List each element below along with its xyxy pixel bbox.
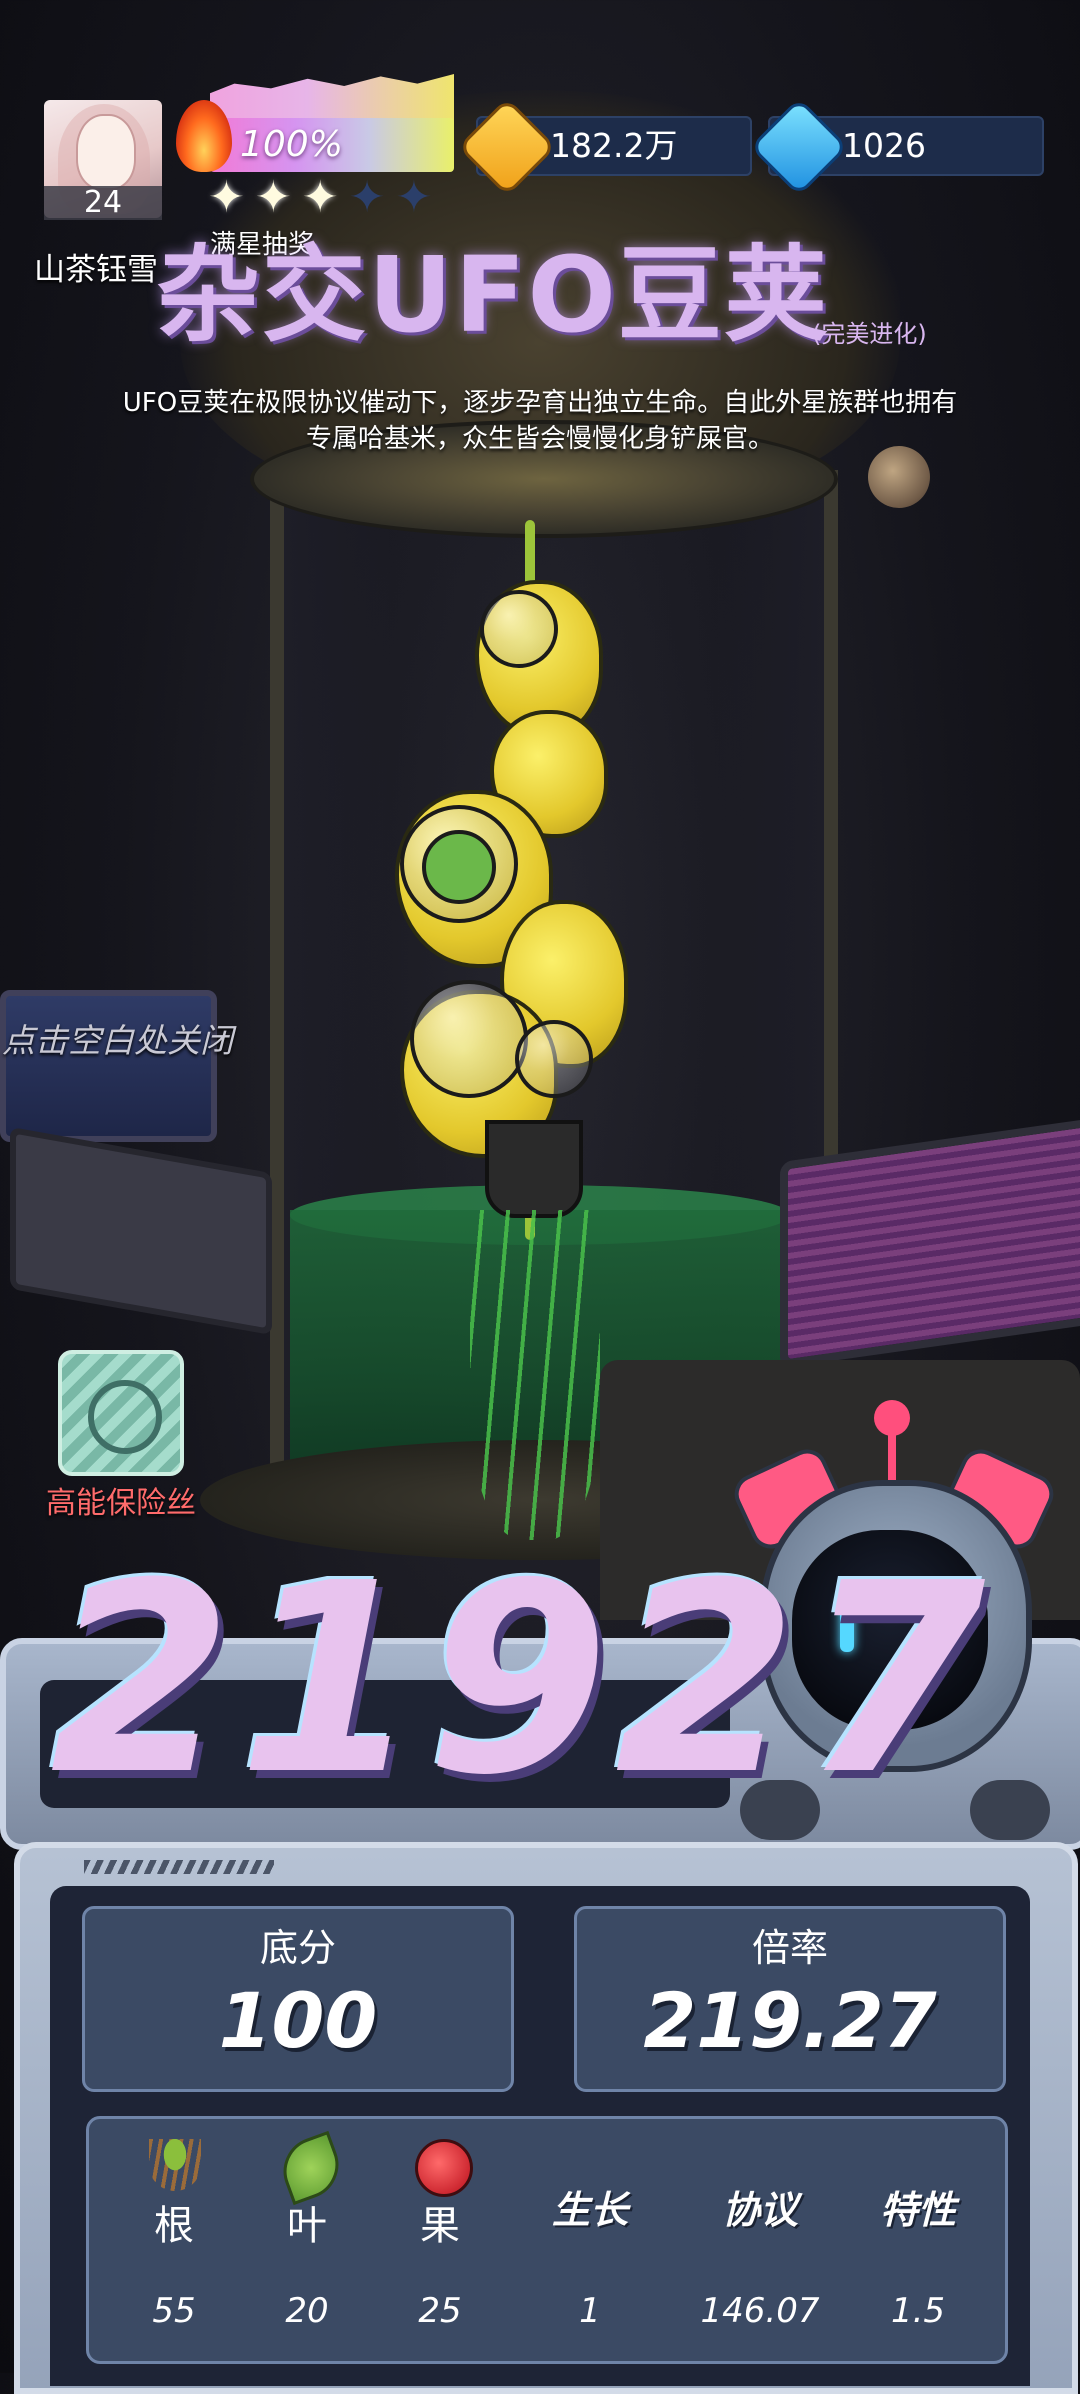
breakdown-label: 协议 <box>721 2188 798 2232</box>
high-energy-fuse-button[interactable] <box>58 1350 184 1476</box>
breakdown-value: 55 <box>152 2291 196 2331</box>
base-score-box: 底分 100 <box>82 1906 514 2092</box>
fuse-label: 高能保险丝 <box>46 1486 196 1521</box>
gem-value: 1026 <box>842 126 926 165</box>
plant-title: 杂交UFO豆荚 <box>156 234 830 356</box>
breakdown-label: 根 <box>154 2203 194 2249</box>
description-line: 专属哈基米，众生皆会慢慢化身铲屎官。 <box>305 424 774 454</box>
avatar-face <box>76 114 136 190</box>
breakdown-value: 25 <box>418 2291 462 2331</box>
robot-antenna <box>874 1400 910 1436</box>
heat-percent: 100% <box>240 124 343 165</box>
breakdown-value: 1 <box>579 2291 601 2331</box>
panel-hatch-decoration <box>84 1860 274 1874</box>
cat-bubble <box>410 980 528 1098</box>
apple-icon <box>415 2139 473 2197</box>
star-filled-icon: ✦ <box>208 172 245 223</box>
plant-description: UFO豆荚在极限协议催动下，逐步孕育出独立生命。自此外星族群也拥有 专属哈基米，… <box>60 385 1020 457</box>
breakdown-value: 146.07 <box>700 2291 820 2331</box>
breakdown-label: 叶 <box>287 2203 327 2249</box>
left-console <box>10 1126 272 1336</box>
multiplier-value: 219.27 <box>643 1976 937 2065</box>
star-rating: ✦ ✦ ✦ ✦ ✦ <box>208 176 432 220</box>
player-level-badge: 24 <box>44 186 162 220</box>
cat-bubble <box>515 1020 593 1098</box>
breakdown-label: 生长 <box>551 2188 628 2232</box>
ufo-pod-plant <box>380 520 680 1540</box>
breakdown-label: 果 <box>420 2203 460 2249</box>
close-hint: 点击空白处关闭 <box>2 1021 233 1060</box>
star-empty-icon: ✦ <box>348 172 386 223</box>
breakdown-label: 特性 <box>879 2188 956 2232</box>
breakdown-value: 1.5 <box>890 2291 946 2331</box>
multiplier-box: 倍率 219.27 <box>574 1906 1006 2092</box>
total-score: 21927 <box>50 1527 992 1832</box>
alien-face <box>422 830 496 904</box>
coin-value: 182.2万 <box>550 126 678 165</box>
leaf-icon <box>273 2130 349 2206</box>
base-score-value: 100 <box>218 1976 378 2065</box>
gem-counter[interactable]: 1026 <box>749 97 1044 197</box>
fuse-icon <box>88 1380 162 1454</box>
player-name: 山茶钰雪 <box>34 252 158 288</box>
star-filled-icon: ✦ <box>301 172 339 223</box>
breakdown-value: 20 <box>285 2291 329 2331</box>
root-icon <box>149 2139 201 2191</box>
cat-bubble <box>480 590 558 668</box>
plant-title-suffix: (完美进化) <box>812 320 927 348</box>
multiplier-label: 倍率 <box>751 1926 828 1970</box>
coin-counter[interactable]: 182.2万 <box>457 97 752 197</box>
base-score-label: 底分 <box>259 1926 336 1970</box>
star-empty-icon: ✦ <box>395 172 433 223</box>
star-filled-icon: ✦ <box>254 172 292 223</box>
right-monitor <box>780 1117 1080 1369</box>
plant-basket <box>485 1120 583 1218</box>
left-monitor <box>0 990 217 1142</box>
description-line: UFO豆荚在极限协议催动下，逐步孕育出独立生命。自此外星族群也拥有 <box>122 388 958 418</box>
score-breakdown: 根 55 叶 20 果 25 生长 1 协议 146.07 特性 1.5 <box>86 2116 1008 2364</box>
plant-roots <box>470 1210 600 1540</box>
